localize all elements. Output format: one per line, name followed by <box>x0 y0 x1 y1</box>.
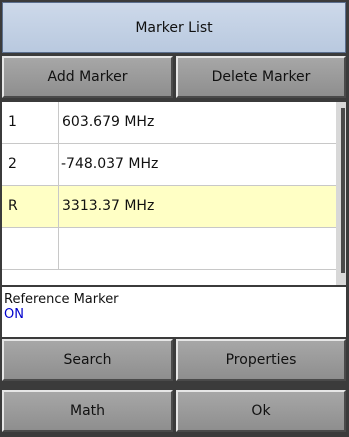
scrollbar-thumb[interactable] <box>341 108 345 273</box>
marker-row[interactable]: 1 603.679 MHz <box>2 102 336 144</box>
search-button[interactable]: Search <box>2 339 173 381</box>
marker-frequency: 3313.37 MHz <box>62 198 155 214</box>
math-label: Math <box>69 403 106 419</box>
reference-marker-label: Reference Marker <box>4 292 119 307</box>
search-label: Search <box>63 352 112 368</box>
dialog-title: Marker List <box>2 2 346 53</box>
marker-row-empty <box>2 228 336 270</box>
ok-label: Ok <box>251 403 271 419</box>
ok-button[interactable]: Ok <box>176 390 346 432</box>
add-marker-button[interactable]: Add Marker <box>2 56 173 98</box>
marker-id: 2 <box>2 144 59 185</box>
marker-frequency: -748.037 MHz <box>61 156 159 172</box>
list-scrollbar[interactable] <box>336 102 346 285</box>
marker-row[interactable]: 2 -748.037 MHz <box>2 144 336 186</box>
marker-list[interactable]: 1 603.679 MHz 2 -748.037 MHz R 3313.37 M… <box>2 102 346 285</box>
reference-marker-value[interactable]: ON <box>4 307 346 322</box>
math-button[interactable]: Math <box>2 390 173 432</box>
properties-label: Properties <box>225 352 297 368</box>
dialog-title-text: Marker List <box>135 19 213 36</box>
delete-marker-button[interactable]: Delete Marker <box>176 56 346 98</box>
add-marker-label: Add Marker <box>47 69 128 85</box>
marker-frequency: 603.679 MHz <box>62 114 155 130</box>
marker-id: R <box>2 186 59 227</box>
delete-marker-label: Delete Marker <box>211 69 311 85</box>
marker-id-empty <box>2 228 59 269</box>
marker-id: 1 <box>2 102 59 143</box>
marker-row-reference[interactable]: R 3313.37 MHz <box>2 186 336 228</box>
properties-button[interactable]: Properties <box>176 339 346 381</box>
reference-marker-panel: Reference Marker ON <box>2 287 346 337</box>
